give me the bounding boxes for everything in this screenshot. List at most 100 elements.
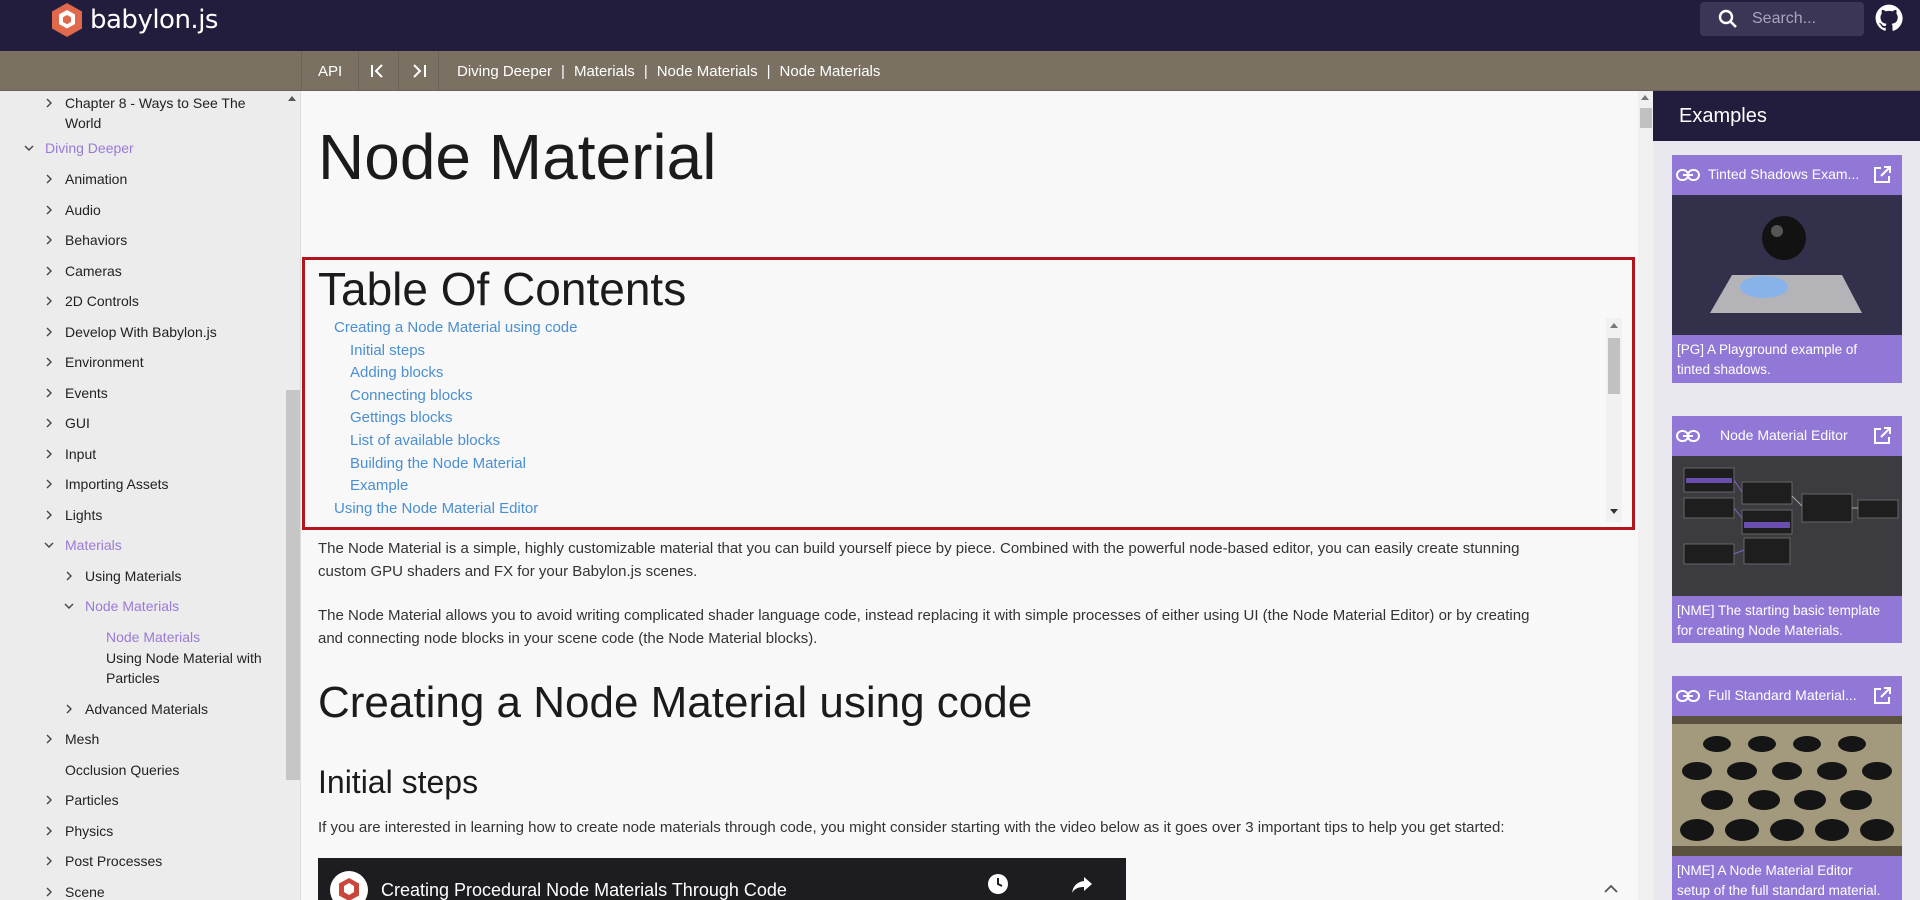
chevron-right-icon[interactable]: [44, 388, 54, 398]
sidebar-item[interactable]: Materials: [65, 535, 122, 555]
breadcrumb-item[interactable]: Node Materials: [657, 63, 758, 80]
channel-avatar[interactable]: [330, 871, 368, 900]
sidebar-item[interactable]: Mesh: [65, 729, 99, 749]
example-thumbnail[interactable]: [1672, 456, 1902, 596]
chevron-right-icon[interactable]: [44, 418, 54, 428]
watch-later-icon[interactable]: [986, 872, 1010, 896]
chevron-right-icon[interactable]: [64, 571, 74, 581]
sidebar-item[interactable]: 2D Controls: [65, 291, 139, 311]
sidebar-item[interactable]: Node Materials: [85, 596, 179, 616]
chevron-down-icon[interactable]: [44, 540, 54, 550]
sidebar-item[interactable]: Diving Deeper: [45, 138, 134, 158]
api-link[interactable]: API: [318, 51, 342, 91]
sidebar-item[interactable]: Particles: [65, 790, 119, 810]
sidebar-item[interactable]: Advanced Materials: [85, 699, 208, 719]
babylon-logo[interactable]: babylon.js: [50, 1, 218, 39]
video-title[interactable]: Creating Procedural Node Materials Throu…: [381, 880, 787, 900]
chevron-right-icon[interactable]: [44, 510, 54, 520]
toc-scroll-down[interactable]: [1610, 509, 1618, 514]
search-box[interactable]: [1700, 2, 1864, 36]
examples-heading: Examples: [1679, 105, 1767, 127]
main-scroll-up[interactable]: [1641, 95, 1649, 100]
last-page-icon: [413, 64, 426, 78]
toc-link[interactable]: Creating a Node Material using code: [334, 318, 577, 338]
chevron-right-icon[interactable]: [44, 205, 54, 215]
example-thumbnail[interactable]: [1672, 716, 1902, 856]
main-scrollbar-thumb[interactable]: [1640, 108, 1652, 128]
sidebar-item[interactable]: Input: [65, 444, 96, 464]
chevron-right-icon[interactable]: [44, 887, 54, 897]
chevron-right-icon[interactable]: [44, 449, 54, 459]
video-embed[interactable]: Creating Procedural Node Materials Throu…: [318, 858, 1126, 900]
share-icon[interactable]: [1070, 872, 1094, 896]
chevron-right-icon[interactable]: [44, 174, 54, 184]
sidebar-item[interactable]: Using Materials: [85, 566, 181, 586]
chevron-right-icon[interactable]: [44, 479, 54, 489]
sidebar-item[interactable]: Develop With Babylon.js: [65, 322, 217, 342]
toc-link[interactable]: Gettings blocks: [350, 408, 453, 428]
sidebar-item[interactable]: GUI: [65, 413, 90, 433]
toc-link[interactable]: Using the Node Material Editor: [334, 499, 538, 519]
card-title[interactable]: Node Material Editor: [1720, 427, 1848, 443]
divider: [301, 51, 302, 91]
chevron-down-icon[interactable]: [64, 601, 74, 611]
breadcrumb-item[interactable]: Diving Deeper: [457, 63, 552, 80]
sidebar-item[interactable]: Scene: [65, 882, 105, 900]
sidebar-item[interactable]: Physics: [65, 821, 113, 841]
main-scrollbar[interactable]: [1638, 91, 1653, 900]
chevron-right-icon[interactable]: [44, 266, 54, 276]
example-card[interactable]: Tinted Shadows Exam... [PG] A Playground…: [1672, 155, 1902, 383]
sidebar-item[interactable]: Post Processes: [65, 851, 162, 871]
sidebar-item[interactable]: Importing Assets: [65, 474, 169, 494]
sidebar-item[interactable]: Cameras: [65, 261, 122, 281]
breadcrumb-item[interactable]: Materials: [574, 63, 635, 80]
page-title: Node Material: [318, 121, 717, 193]
sidebar-item[interactable]: Audio: [65, 200, 101, 220]
card-title[interactable]: Full Standard Material...: [1708, 687, 1857, 703]
breadcrumb-item[interactable]: Node Materials: [780, 63, 881, 80]
sidebar-item[interactable]: Animation: [65, 169, 127, 189]
toc-scroll-up[interactable]: [1610, 323, 1618, 328]
sidebar-item[interactable]: Node Materials: [106, 627, 200, 647]
chevron-right-icon[interactable]: [44, 327, 54, 337]
sidebar-scrollbar-thumb[interactable]: [286, 390, 300, 780]
first-page-button[interactable]: [370, 51, 386, 91]
chevron-right-icon[interactable]: [44, 795, 54, 805]
chevron-right-icon[interactable]: [44, 734, 54, 744]
chevron-right-icon[interactable]: [44, 296, 54, 306]
open-external-icon[interactable]: [1872, 686, 1892, 706]
github-icon[interactable]: [1875, 4, 1903, 32]
chevron-down-icon[interactable]: [24, 143, 34, 153]
search-input[interactable]: [1752, 10, 1857, 28]
example-card[interactable]: Full Standard Material... [NME] A Node M…: [1672, 676, 1902, 900]
chevron-right-icon[interactable]: [64, 704, 74, 714]
sidebar-scroll-up[interactable]: [288, 96, 296, 101]
sidebar-item[interactable]: Lights: [65, 505, 102, 525]
sidebar-item[interactable]: Chapter 8 - Ways to See The World: [65, 93, 246, 133]
chevron-right-icon[interactable]: [44, 357, 54, 367]
open-external-icon[interactable]: [1872, 165, 1892, 185]
toc-link[interactable]: Initial steps: [350, 341, 425, 361]
open-external-icon[interactable]: [1872, 426, 1892, 446]
toc-link[interactable]: List of available blocks: [350, 431, 500, 451]
toc-link[interactable]: Adding blocks: [350, 363, 443, 383]
toc-scrollbar-thumb[interactable]: [1608, 338, 1620, 394]
toc-link[interactable]: Building the Node Material: [350, 454, 526, 474]
chevron-up-icon[interactable]: [1604, 884, 1618, 894]
sidebar-item[interactable]: Behaviors: [65, 230, 127, 250]
sidebar-item[interactable]: Occlusion Queries: [65, 760, 179, 780]
chevron-right-icon[interactable]: [44, 856, 54, 866]
toc-link[interactable]: Connecting blocks: [350, 386, 473, 406]
toc-link[interactable]: Example: [350, 476, 408, 496]
chevron-right-icon[interactable]: [44, 826, 54, 836]
card-title[interactable]: Tinted Shadows Exam...: [1708, 166, 1859, 182]
last-page-button[interactable]: [411, 51, 427, 91]
card-description: [PG] A Playground example of tinted shad…: [1677, 340, 1899, 380]
sidebar-item[interactable]: Events: [65, 383, 108, 403]
example-card[interactable]: Node Material Editor [NME] The starting …: [1672, 416, 1902, 643]
sidebar-item[interactable]: Environment: [65, 352, 144, 372]
chevron-right-icon[interactable]: [44, 235, 54, 245]
chevron-right-icon[interactable]: [44, 98, 54, 108]
example-thumbnail[interactable]: [1672, 195, 1902, 335]
sidebar-item[interactable]: Using Node Material with Particles: [106, 648, 262, 688]
